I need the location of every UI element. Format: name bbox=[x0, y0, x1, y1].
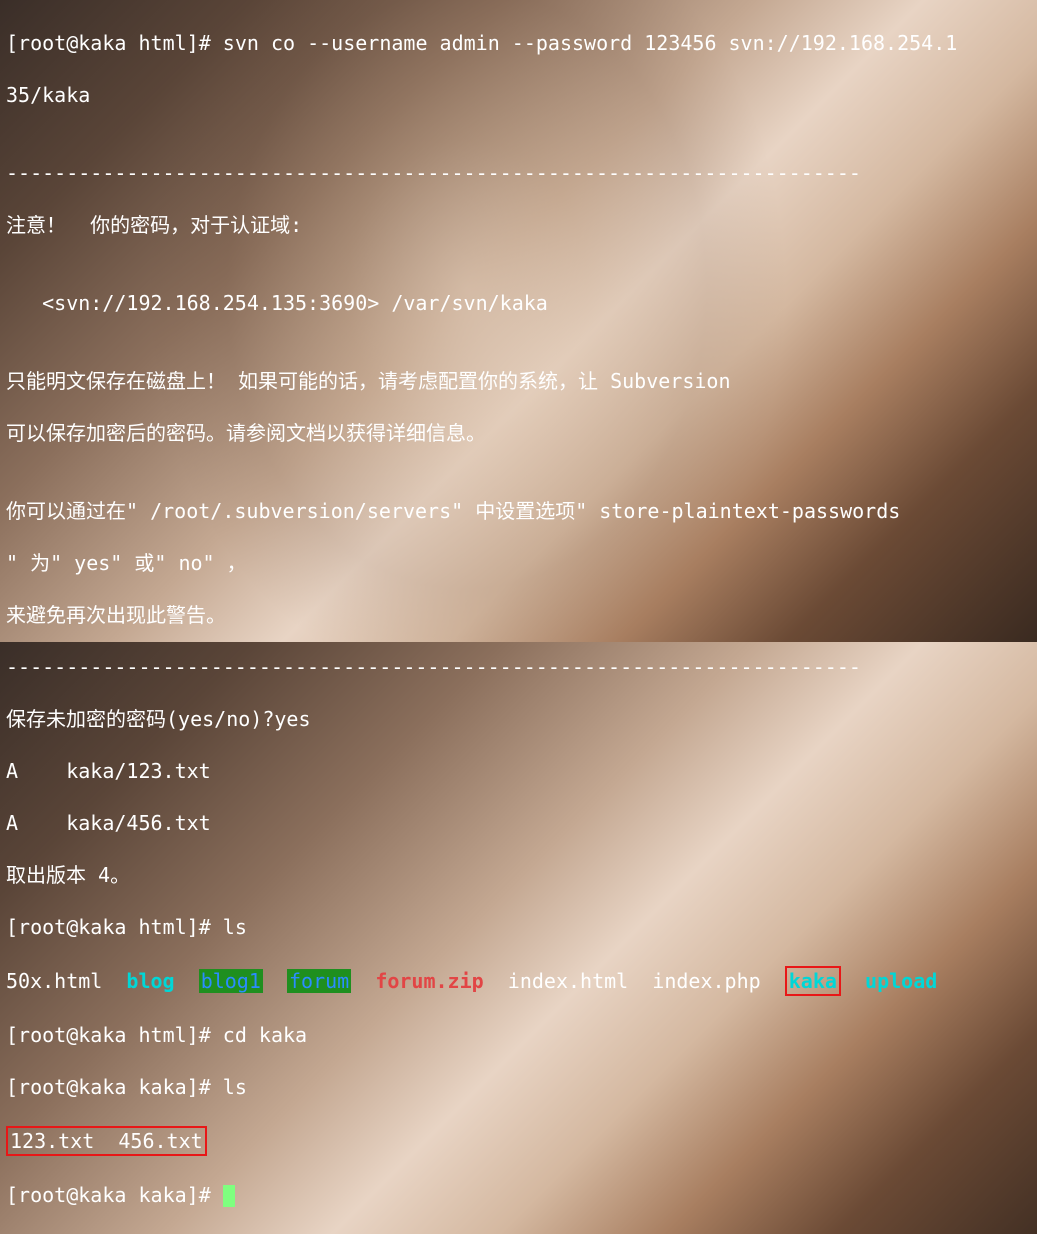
prompt-line-4: [root@kaka kaka]# ls bbox=[6, 1074, 1031, 1100]
cmd-cd: cd kaka bbox=[223, 1023, 307, 1047]
dashes-1: ----------------------------------------… bbox=[6, 160, 1031, 186]
realm-line: <svn://192.168.254.135:3690> /var/svn/ka… bbox=[6, 290, 1031, 316]
warn-header: 注意！ 你的密码，对于认证域: bbox=[6, 212, 1031, 238]
prompt-at: @ bbox=[66, 31, 78, 55]
prompt-line-1: [root@kaka html]# svn co --username admi… bbox=[6, 30, 1031, 56]
dir-upload: upload bbox=[865, 969, 937, 993]
file-index-html: index.html bbox=[508, 969, 628, 993]
ls-output-kaka: 123.txt 456.txt bbox=[6, 1126, 1031, 1156]
warn-4: " 为" yes" 或" no" ， bbox=[6, 550, 1031, 576]
prompt-user: root bbox=[18, 31, 66, 55]
dir-forum: forum bbox=[287, 969, 351, 993]
prompt-close: ]# bbox=[187, 31, 211, 55]
prompt-open: [ bbox=[6, 31, 18, 55]
dir-blog1: blog1 bbox=[199, 969, 263, 993]
cursor[interactable] bbox=[223, 1185, 235, 1207]
file-456: 456.txt bbox=[118, 1129, 202, 1153]
dir-kaka: kaka bbox=[789, 969, 837, 993]
dir-blog: blog bbox=[126, 969, 174, 993]
cmd-svn: svn co --username admin --password 12345… bbox=[223, 31, 958, 55]
prompt-line-5: [root@kaka kaka]# bbox=[6, 1182, 1031, 1208]
highlight-files: 123.txt 456.txt bbox=[6, 1126, 207, 1156]
prompt-host: kaka bbox=[78, 31, 126, 55]
cmd-ls-2: ls bbox=[223, 1075, 247, 1099]
cmd-svn-wrap: 35/kaka bbox=[6, 82, 1031, 108]
store-prompt: 保存未加密的密码(yes/no)?yes bbox=[6, 706, 1031, 732]
warn-2: 可以保存加密后的密码。请参阅文档以获得详细信息。 bbox=[6, 420, 1031, 446]
warn-5: 来避免再次出现此警告。 bbox=[6, 602, 1031, 628]
ls-output-html: 50x.html blog blog1 forum forum.zip inde… bbox=[6, 966, 1031, 996]
highlight-kaka: kaka bbox=[785, 966, 841, 996]
file-index-php: index.php bbox=[652, 969, 760, 993]
terminal-output[interactable]: [root@kaka html]# svn co --username admi… bbox=[6, 4, 1031, 1234]
warn-1: 只能明文保存在磁盘上！ 如果可能的话，请考虑配置你的系统，让 Subversio… bbox=[6, 368, 1031, 394]
prompt-path: html bbox=[138, 31, 186, 55]
added-2: A kaka/456.txt bbox=[6, 810, 1031, 836]
file-50x: 50x.html bbox=[6, 969, 102, 993]
prompt-line-2: [root@kaka html]# ls bbox=[6, 914, 1031, 940]
file-123: 123.txt bbox=[10, 1129, 94, 1153]
added-1: A kaka/123.txt bbox=[6, 758, 1031, 784]
dashes-2: ----------------------------------------… bbox=[6, 654, 1031, 680]
checked-out: 取出版本 4。 bbox=[6, 862, 1031, 888]
warn-3: 你可以通过在" /root/.subversion/servers" 中设置选项… bbox=[6, 498, 1031, 524]
prompt-line-3: [root@kaka html]# cd kaka bbox=[6, 1022, 1031, 1048]
file-forumzip: forum.zip bbox=[375, 969, 483, 993]
cmd-ls-1: ls bbox=[223, 915, 247, 939]
